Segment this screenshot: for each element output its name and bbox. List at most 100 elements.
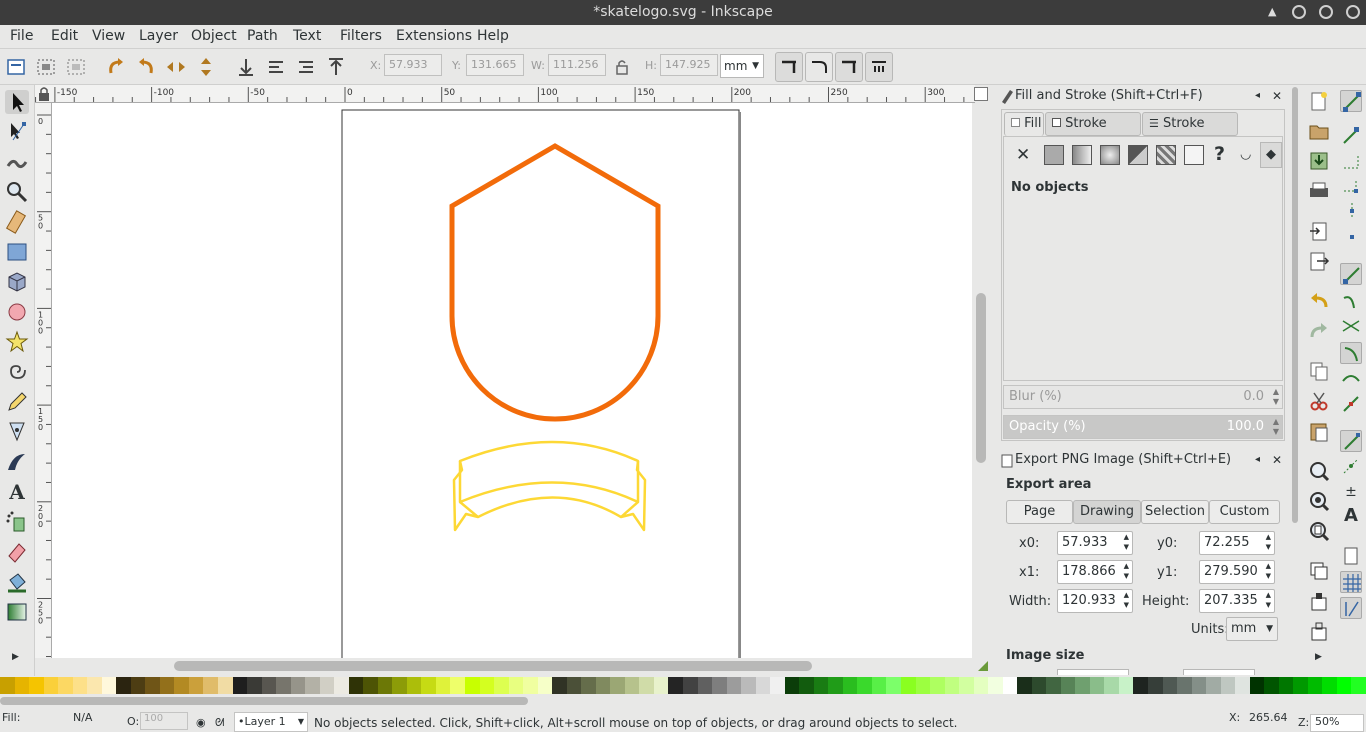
palette-swatch[interactable] bbox=[1075, 677, 1091, 694]
palette-swatch[interactable] bbox=[610, 677, 626, 694]
pattern-icon[interactable] bbox=[1156, 145, 1176, 165]
snap-cusp-icon[interactable] bbox=[1340, 342, 1362, 364]
menu-text[interactable]: Text bbox=[293, 28, 321, 44]
ellipse-tool-icon[interactable] bbox=[5, 300, 29, 324]
palette-swatch[interactable] bbox=[247, 677, 263, 694]
palette-swatch[interactable] bbox=[348, 677, 364, 694]
3d-box-tool-icon[interactable] bbox=[5, 270, 29, 294]
palette-swatch[interactable] bbox=[944, 677, 960, 694]
palette-swatch[interactable] bbox=[624, 677, 640, 694]
export-page-button[interactable]: Page bbox=[1006, 500, 1073, 524]
zoom-tool-icon[interactable] bbox=[5, 180, 29, 204]
palette-swatch[interactable] bbox=[450, 677, 466, 694]
palette-swatch[interactable] bbox=[1293, 677, 1309, 694]
opacity-spin-icon[interactable]: ▲ ▼ bbox=[1273, 417, 1279, 437]
flat-color-icon[interactable] bbox=[1044, 145, 1064, 165]
palette-swatch[interactable] bbox=[406, 677, 422, 694]
snap-toggle-icon[interactable] bbox=[1340, 90, 1362, 112]
maximize-button[interactable] bbox=[1319, 5, 1333, 19]
palette-swatch[interactable] bbox=[116, 677, 132, 694]
h-field[interactable]: 147.925 bbox=[660, 54, 718, 76]
raise-icon[interactable] bbox=[295, 56, 317, 78]
flip-horizontal-icon[interactable] bbox=[165, 56, 187, 78]
menu-view[interactable]: View bbox=[92, 28, 125, 44]
image-size-field-1[interactable] bbox=[1057, 669, 1129, 675]
palette-swatch[interactable] bbox=[305, 677, 321, 694]
palette-swatch[interactable] bbox=[87, 677, 103, 694]
palette-swatch[interactable] bbox=[174, 677, 190, 694]
dock-scrollbar[interactable] bbox=[1289, 85, 1301, 675]
clone-icon[interactable] bbox=[1308, 590, 1330, 612]
palette-swatch[interactable] bbox=[1118, 677, 1134, 694]
vertical-scroll-thumb[interactable] bbox=[976, 293, 986, 463]
palette-swatch[interactable] bbox=[741, 677, 757, 694]
zoom-drawing-icon[interactable] bbox=[1308, 490, 1330, 512]
palette-swatch[interactable] bbox=[1206, 677, 1222, 694]
palette-swatch[interactable] bbox=[813, 677, 829, 694]
y-field[interactable]: 131.665 bbox=[466, 54, 524, 76]
palette-swatch[interactable] bbox=[334, 677, 350, 694]
palette-swatch[interactable] bbox=[319, 677, 335, 694]
unit-select[interactable]: mm ▼ bbox=[720, 54, 764, 78]
export-doc-icon[interactable] bbox=[1308, 250, 1330, 272]
commands-more-icon[interactable]: ▶ bbox=[1315, 652, 1322, 662]
palette-swatch[interactable] bbox=[930, 677, 946, 694]
cms-toggle-icon[interactable] bbox=[976, 659, 990, 677]
palette-swatch[interactable] bbox=[639, 677, 655, 694]
palette-swatch[interactable] bbox=[494, 677, 510, 694]
scale-corners-icon[interactable] bbox=[805, 52, 833, 82]
palette-swatch[interactable] bbox=[1177, 677, 1193, 694]
calligraphy-tool-icon[interactable] bbox=[5, 450, 29, 474]
palette-scrollbar[interactable] bbox=[0, 695, 1366, 707]
rotate-cw-icon[interactable] bbox=[135, 56, 157, 78]
x0-field[interactable]: 57.933 ▲ ▼ bbox=[1057, 531, 1133, 555]
palette-swatch[interactable] bbox=[726, 677, 742, 694]
fill-rule-evenodd-icon[interactable]: ◡ bbox=[1240, 147, 1251, 162]
palette-swatch[interactable] bbox=[1148, 677, 1164, 694]
export-height-field[interactable]: 207.335 ▲ ▼ bbox=[1199, 589, 1275, 613]
palette-swatch[interactable] bbox=[43, 677, 59, 694]
palette-swatch[interactable] bbox=[1017, 677, 1033, 694]
snap-guides-icon[interactable] bbox=[1340, 597, 1362, 619]
menu-layer[interactable]: Layer bbox=[139, 28, 178, 44]
palette-swatch[interactable] bbox=[363, 677, 379, 694]
menu-file[interactable]: File bbox=[10, 28, 33, 44]
palette-swatch[interactable] bbox=[58, 677, 74, 694]
export-collapse-icon[interactable]: ◂ bbox=[1255, 449, 1260, 471]
palette-swatch[interactable] bbox=[421, 677, 437, 694]
palette-swatch[interactable] bbox=[537, 677, 553, 694]
palette-swatch[interactable] bbox=[72, 677, 88, 694]
page-icon[interactable] bbox=[974, 87, 988, 101]
palette-swatch[interactable] bbox=[465, 677, 481, 694]
palette-swatch[interactable] bbox=[755, 677, 771, 694]
snap-intersections-icon[interactable] bbox=[1340, 315, 1362, 337]
window-menu-icon[interactable]: ▲ bbox=[1268, 6, 1276, 18]
palette-swatch[interactable] bbox=[0, 677, 15, 694]
copy-icon[interactable] bbox=[1308, 360, 1330, 382]
rotate-ccw-icon[interactable] bbox=[105, 56, 127, 78]
palette-swatch[interactable] bbox=[232, 677, 248, 694]
unlink-clone-icon[interactable] bbox=[1308, 620, 1330, 642]
palette-swatch[interactable] bbox=[203, 677, 219, 694]
swatch-icon[interactable] bbox=[1184, 145, 1204, 165]
palette-swatch[interactable] bbox=[1220, 677, 1236, 694]
palette-swatch[interactable] bbox=[101, 677, 117, 694]
palette-swatch[interactable] bbox=[1351, 677, 1366, 694]
zoom-selection-icon[interactable] bbox=[1308, 460, 1330, 482]
open-icon[interactable] bbox=[1308, 120, 1330, 142]
radial-gradient-icon[interactable] bbox=[1100, 145, 1120, 165]
palette-swatch[interactable] bbox=[799, 677, 815, 694]
snap-grid-icon[interactable] bbox=[1340, 571, 1362, 593]
palette-swatch[interactable] bbox=[828, 677, 844, 694]
palette-swatch[interactable] bbox=[988, 677, 1004, 694]
blur-slider[interactable]: Blur (%) 0.0 ▲ ▼ bbox=[1003, 385, 1283, 409]
palette-swatch[interactable] bbox=[145, 677, 161, 694]
palette-swatch[interactable] bbox=[130, 677, 146, 694]
fill-rule-nonzero-icon[interactable]: ◆ bbox=[1260, 142, 1282, 168]
paste-icon[interactable] bbox=[1308, 420, 1330, 442]
bucket-tool-icon[interactable] bbox=[5, 570, 29, 594]
opacity-indicator-field[interactable]: 100 bbox=[140, 712, 188, 730]
new-document-icon[interactable] bbox=[1308, 90, 1330, 112]
w-field[interactable]: 111.256 bbox=[548, 54, 606, 76]
rectangle-tool-icon[interactable] bbox=[5, 240, 29, 264]
